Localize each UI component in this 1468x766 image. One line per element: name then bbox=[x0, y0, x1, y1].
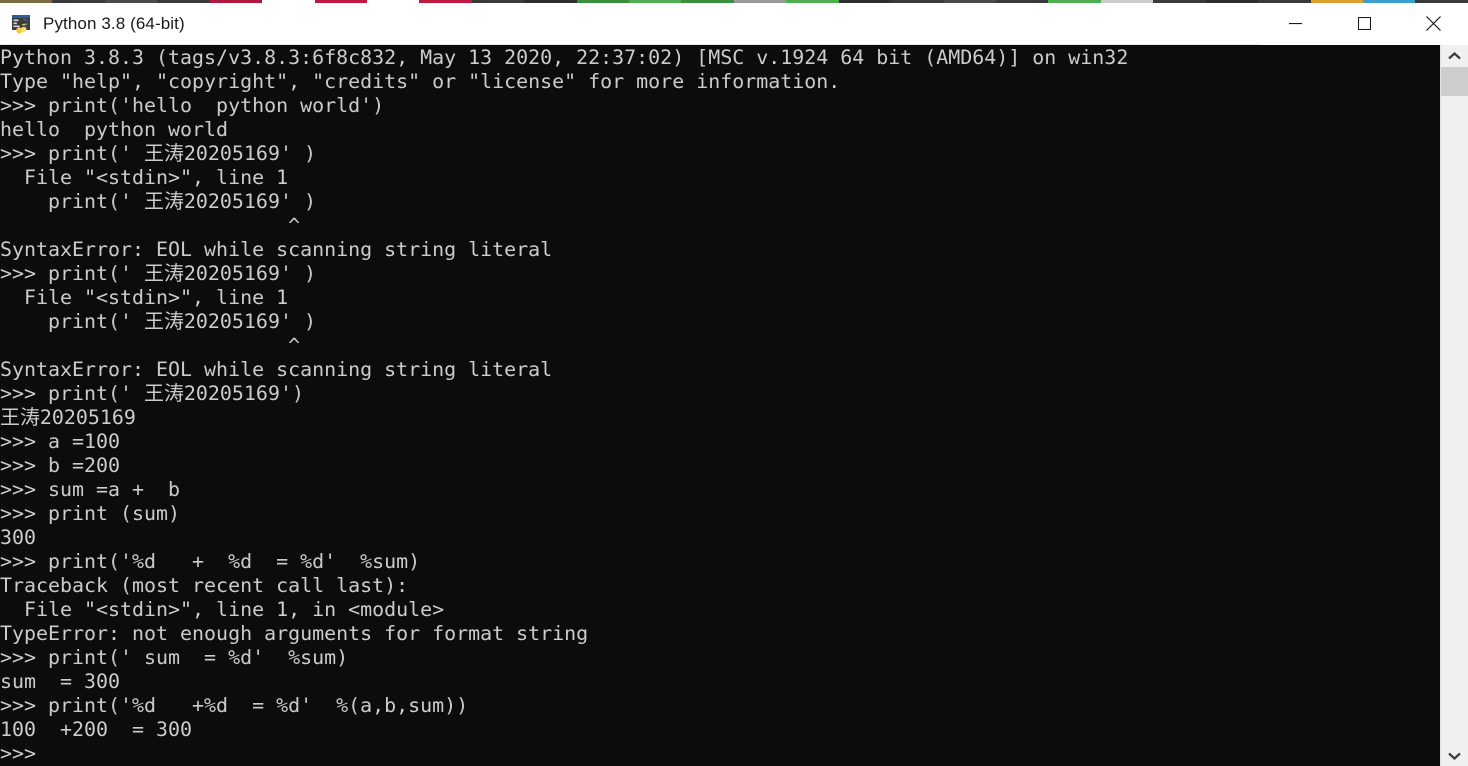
window-controls bbox=[1261, 2, 1468, 45]
maximize-button[interactable] bbox=[1330, 2, 1399, 45]
title-bar-drag-region[interactable]: Python 3.8 (64-bit) bbox=[0, 3, 1261, 44]
python-console-icon bbox=[11, 13, 33, 35]
title-bar[interactable]: Python 3.8 (64-bit) bbox=[0, 2, 1468, 45]
window-title: Python 3.8 (64-bit) bbox=[43, 14, 185, 33]
scrollbar-track[interactable] bbox=[1441, 67, 1468, 744]
scrollbar-thumb[interactable] bbox=[1441, 67, 1468, 96]
python-console-window: Python 3.8 (64-bit) Python 3.8.3 (tags/v… bbox=[0, 0, 1468, 766]
vertical-scrollbar[interactable] bbox=[1440, 45, 1468, 766]
scrollbar-down-button[interactable] bbox=[1441, 744, 1468, 766]
minimize-icon bbox=[1289, 23, 1302, 25]
close-button[interactable] bbox=[1399, 2, 1468, 45]
console-text: Python 3.8.3 (tags/v3.8.3:6f8c832, May 1… bbox=[0, 45, 1129, 765]
maximize-icon bbox=[1358, 17, 1371, 30]
minimize-button[interactable] bbox=[1261, 2, 1330, 45]
chevron-up-icon bbox=[1448, 51, 1461, 59]
scrollbar-up-button[interactable] bbox=[1441, 45, 1468, 67]
console-output-area[interactable]: Python 3.8.3 (tags/v3.8.3:6f8c832, May 1… bbox=[0, 45, 1440, 766]
chevron-down-icon bbox=[1448, 752, 1461, 760]
close-icon bbox=[1426, 16, 1441, 31]
